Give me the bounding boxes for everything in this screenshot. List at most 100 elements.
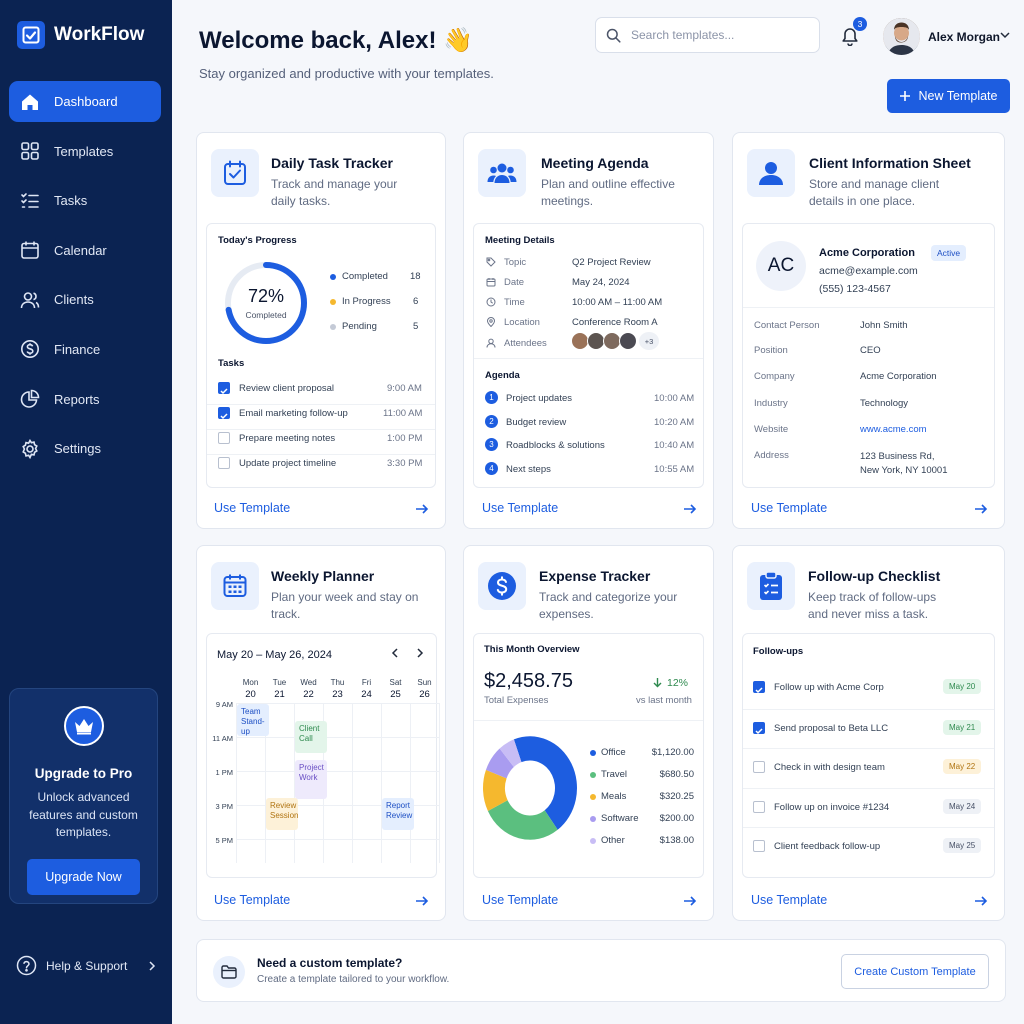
use-template-button[interactable]: Use Template [214, 893, 290, 907]
followup-row[interactable]: Send proposal to Beta LLC May 21 [743, 708, 994, 745]
task-checkbox[interactable] [218, 407, 230, 420]
followup-row[interactable]: Follow up on invoice #1234 May 24 [743, 787, 994, 824]
use-template-button[interactable]: Use Template [214, 501, 290, 515]
expense-tracker-card: Expense Tracker Track and categorize you… [463, 545, 714, 921]
task-checkbox[interactable] [218, 382, 230, 395]
arrow-right-icon[interactable] [683, 895, 697, 907]
sidebar-item-reports[interactable]: Reports [9, 379, 161, 420]
calendar-event[interactable]: Review Session [266, 797, 298, 830]
time-label: 11 AM [212, 734, 233, 743]
user-name[interactable]: Alex Morgan [928, 30, 1000, 44]
website-link[interactable]: www.acme.com [860, 424, 927, 435]
grid-row-line [236, 839, 439, 840]
sidebar-item-settings[interactable]: Settings [9, 428, 161, 469]
task-time: 1:00 PM [387, 433, 423, 444]
followup-checkbox[interactable] [753, 800, 765, 813]
progress-percent-label: Completed [245, 310, 287, 320]
use-template-button[interactable]: Use Template [482, 501, 558, 515]
arrow-right-icon[interactable] [415, 503, 429, 515]
legend-label: Meals [601, 791, 627, 802]
new-template-button[interactable]: New Template [887, 79, 1010, 113]
search-box[interactable] [595, 17, 820, 53]
use-template-button[interactable]: Use Template [482, 893, 558, 907]
use-template-button[interactable]: Use Template [751, 501, 827, 515]
followup-checkbox[interactable] [753, 840, 765, 852]
followup-checkbox[interactable] [753, 721, 765, 734]
legend-label: Travel [601, 769, 628, 780]
time-label: 5 PM [215, 836, 233, 845]
sidebar-item-finance[interactable]: Finance [9, 329, 161, 370]
task-row[interactable]: Email marketing follow-up 11:00 AM [207, 404, 435, 422]
task-checkbox[interactable] [218, 457, 230, 469]
calendar-event[interactable]: Project Work [295, 760, 327, 799]
agenda-time: 10:55 AM [654, 464, 695, 475]
grid-col-line [381, 703, 382, 863]
arrow-right-icon[interactable] [974, 503, 988, 515]
field-label: Address [754, 450, 789, 461]
legend-dot [590, 772, 596, 778]
grid-row-line [236, 737, 439, 738]
sidebar-item-clients[interactable]: Clients [9, 279, 161, 320]
chevron-down-icon[interactable] [1000, 31, 1010, 39]
chevron-right-icon[interactable] [416, 648, 424, 658]
task-row[interactable]: Prepare meeting notes 1:00 PM [207, 429, 435, 447]
client-phone: (555) 123-4567 [819, 283, 891, 295]
followup-label: Check in with design team [774, 762, 885, 773]
attendees-more-count[interactable]: +3 [639, 332, 659, 350]
agenda-item: Next steps [506, 464, 551, 475]
help-circle-icon [16, 955, 37, 976]
followup-row[interactable]: Check in with design team May 22 [743, 748, 994, 784]
legend-value: $680.50 [659, 769, 694, 780]
sidebar-item-calendar[interactable]: Calendar [9, 230, 161, 271]
task-row[interactable]: Review client proposal 9:00 AM [207, 380, 435, 398]
agenda-number: 2 [485, 415, 498, 428]
brand[interactable]: WorkFlow [17, 21, 144, 49]
use-template-button[interactable]: Use Template [751, 893, 827, 907]
due-date-badge: May 22 [943, 759, 982, 774]
calendar-event[interactable]: Report Review [382, 797, 414, 830]
progress-title: Today's Progress [218, 235, 297, 246]
upgrade-now-button[interactable]: Upgrade Now [27, 858, 140, 895]
followup-checkbox[interactable] [753, 761, 765, 773]
arrow-right-icon[interactable] [683, 503, 697, 515]
page-title: Welcome back, Alex! 👋 [199, 27, 473, 54]
agenda-number: 1 [485, 391, 498, 404]
chevron-left-icon[interactable] [391, 648, 399, 658]
crown-icon [63, 706, 104, 746]
followup-checkbox[interactable] [753, 681, 765, 694]
followup-row[interactable]: Follow up with Acme Corp May 20 [743, 669, 994, 705]
arrow-right-icon[interactable] [415, 895, 429, 907]
calendar-event[interactable]: Team Stand-up [237, 704, 269, 736]
task-row[interactable]: Update project timeline 3:30 PM [207, 454, 435, 472]
clipboard-list-icon [747, 562, 795, 610]
avatar[interactable] [883, 18, 920, 55]
card-title: Daily Task Tracker [271, 155, 393, 171]
stat-value: 6 [413, 296, 419, 307]
detail-label: Time [504, 297, 525, 308]
day-number: 20 [245, 689, 256, 700]
calendar-event[interactable]: Client Call [295, 721, 327, 753]
day-number: 26 [419, 689, 430, 700]
detail-value: Q2 Project Review [572, 257, 651, 268]
field-label: Position [754, 345, 788, 356]
followup-label: Client feedback follow-up [774, 841, 881, 852]
arrow-right-icon[interactable] [974, 895, 988, 907]
tasks-title: Tasks [218, 358, 245, 369]
sidebar-item-templates[interactable]: Templates [9, 131, 161, 172]
in-progress-dot [330, 299, 336, 305]
task-label: Prepare meeting notes [239, 433, 336, 444]
agenda-item: Roadblocks & solutions [506, 440, 605, 451]
day-name: Sun [417, 678, 432, 687]
sidebar-item-dashboard[interactable]: Dashboard [9, 81, 161, 122]
task-checkbox[interactable] [218, 432, 230, 444]
sidebar-item-tasks[interactable]: Tasks [9, 180, 161, 221]
followup-row[interactable]: Client feedback follow-up May 25 [743, 827, 994, 863]
task-time: 9:00 AM [387, 383, 422, 394]
search-input[interactable] [631, 28, 801, 42]
due-date-badge: May 21 [943, 719, 982, 735]
task-label: Email marketing follow-up [239, 408, 348, 419]
stat-label: Pending [342, 321, 377, 332]
help-support-link[interactable]: Help & Support [16, 955, 156, 976]
client-initials: AC [756, 241, 806, 291]
create-custom-template-button[interactable]: Create Custom Template [841, 954, 989, 989]
